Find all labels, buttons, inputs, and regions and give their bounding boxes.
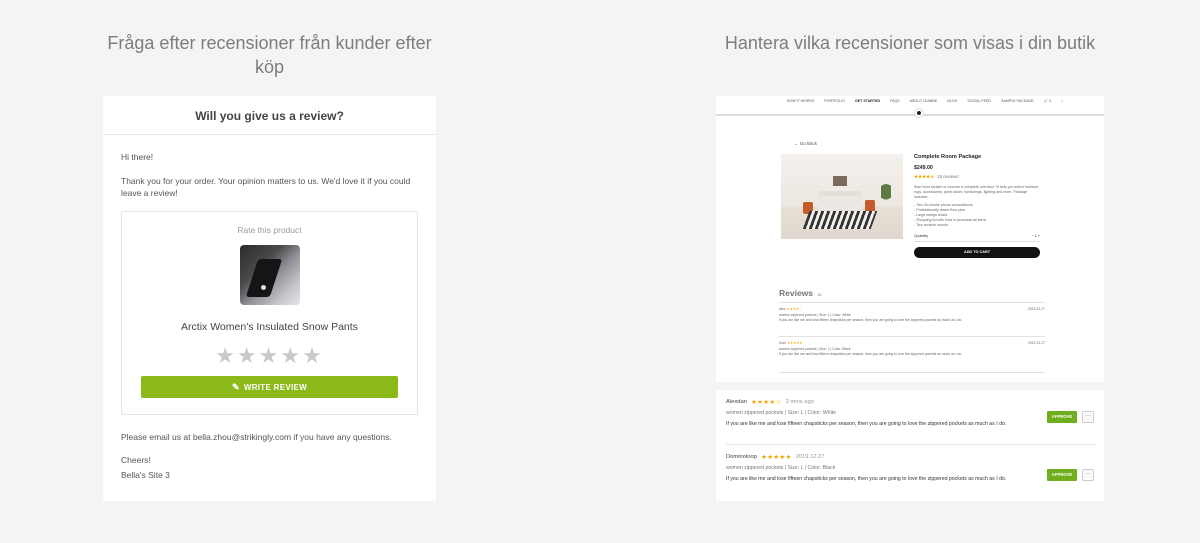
review-text: If you are like me and lose fifteen chap…: [779, 352, 963, 356]
quantity-row: Quantity − 1 +: [914, 234, 1040, 242]
review-request-email: Will you give us a review? Hi there! Tha…: [103, 96, 436, 501]
review-text: If you are like me and lose fifteen chap…: [779, 318, 963, 322]
star-rating-input[interactable]: ★★★★★: [122, 343, 417, 368]
product-price: $249.00: [914, 165, 933, 171]
reviewer-name: Dominoloop: [726, 454, 757, 460]
approve-button[interactable]: APPROVE: [1047, 469, 1077, 481]
review-moderation-panel: Alexdan ★★★★☆ 2 mins ago women zippered …: [716, 390, 1104, 501]
review-date: 2019.12.27: [1028, 307, 1045, 311]
review-stars: ★★★★★: [787, 341, 803, 345]
store-review-item: Dom ★★★★★ 2019.12.27 women zippered pocke…: [779, 341, 1045, 358]
store-review-item: Alex ★★★★☆ 2019.12.27 women zippered pock…: [779, 307, 1045, 324]
pending-review: Alexdan ★★★★☆ 2 mins ago women zippered …: [726, 398, 1096, 428]
review-text: If you are like me and lose fifteen chap…: [726, 476, 1007, 482]
review-stars: ★★★★★: [760, 454, 792, 461]
description-bullet: - Two revision rounds: [914, 223, 949, 227]
nav-item[interactable]: PORTFOLIO: [824, 99, 845, 114]
right-heading: Hantera vilka recensioner som visas i di…: [724, 33, 1096, 53]
product-photo: [781, 154, 903, 239]
email-intro: Thank you for your order. Your opinion m…: [121, 175, 411, 199]
review-variant: women zippered pockets | Size: L | Color…: [726, 465, 836, 471]
reviews-heading: Reviews 15: [779, 288, 821, 298]
left-heading: Fråga efter recensioner från kunder efte…: [107, 33, 432, 77]
email-greeting: Hi there!: [121, 152, 154, 162]
rug: [802, 211, 878, 229]
nav-item[interactable]: SAMPLE PACKAGE: [1001, 99, 1034, 114]
divider: [726, 444, 1096, 445]
reviews-count: 15: [817, 292, 822, 297]
write-review-label: WRITE REVIEW: [243, 382, 307, 392]
divider: [779, 372, 1045, 373]
more-options-button[interactable]: ···: [1082, 411, 1094, 423]
quantity-label: Quantity: [914, 234, 929, 238]
product-description: Start from scratch or execute a complete…: [914, 185, 1040, 228]
email-signoff: Cheers!: [121, 455, 151, 465]
sofa: [819, 196, 861, 210]
review-stars: ★★★★☆: [750, 399, 782, 406]
divider: [779, 302, 1045, 303]
review-date: 2 mins ago: [785, 399, 814, 405]
reviewer-name: Alex: [779, 307, 786, 311]
reviews-title: Reviews: [779, 288, 814, 298]
wall-art: [833, 176, 847, 186]
pencil-icon: ✎: [232, 381, 240, 392]
product-image: [239, 245, 300, 305]
product-name: Arctix Women's Insulated Snow Pants: [181, 321, 358, 333]
review-text: If you are like me and lose fifteen chap…: [726, 421, 1007, 427]
review-stars: ★★★★☆: [786, 307, 802, 311]
description-text: Start from scratch or execute a complete…: [914, 185, 1039, 199]
site-logo[interactable]: [914, 108, 924, 118]
more-options-button[interactable]: ···: [1082, 469, 1094, 481]
email-site-name: Bella's Site 3: [121, 469, 170, 480]
divider: [779, 336, 1045, 337]
email-title: Will you give us a review?: [103, 96, 436, 135]
review-date: 2019.12.27: [795, 454, 825, 460]
rate-product-box: Rate this product Arctix Women's Insulat…: [121, 210, 418, 415]
nav-item[interactable]: BLOG: [947, 99, 957, 114]
write-review-button[interactable]: ✎ WRITE REVIEW: [141, 375, 398, 398]
nav-divider: [716, 114, 1104, 116]
quantity-stepper[interactable]: − 1 +: [1031, 234, 1040, 238]
go-back-link[interactable]: ← Go Back: [794, 141, 817, 146]
pending-review: Dominoloop ★★★★★ 2019.12.27 women zipper…: [726, 453, 1096, 483]
product-info: Complete Room Package $249.00 ★★★★☆ 15 re…: [914, 154, 1040, 258]
store-product-page: HOW IT WORKS PORTFOLIO GET STARTED FAQS …: [716, 96, 1104, 382]
add-to-cart-button[interactable]: ADD TO CART: [914, 247, 1040, 258]
product-stars: ★★★★☆: [914, 174, 935, 179]
email-body: Hi there! Thank you for your order. Your…: [103, 135, 436, 481]
search-icon[interactable]: ⌕: [1061, 99, 1063, 114]
reviewer-name: Dom: [779, 341, 787, 345]
plant: [881, 184, 891, 210]
nav-item[interactable]: HOW IT WORKS: [787, 99, 815, 114]
product-title: Complete Room Package: [914, 154, 982, 160]
review-date: 2019.12.27: [1028, 341, 1045, 345]
email-contact: Please email us at bella.zhou@strikingly…: [121, 431, 392, 442]
approve-button[interactable]: APPROVE: [1047, 411, 1077, 423]
rate-label: Rate this product: [237, 224, 302, 235]
product-rating: ★★★★☆ 15 reviews: [914, 174, 1040, 180]
cart-icon[interactable]: 🛒 0: [1044, 99, 1051, 114]
product-review-count[interactable]: 15 reviews: [937, 174, 959, 179]
reviewer-name: Alexdan: [726, 399, 747, 405]
nav-item-active[interactable]: GET STARTED: [855, 99, 880, 114]
nav-item[interactable]: SOCIAL FEED: [967, 99, 991, 114]
nav-item[interactable]: FAQS: [890, 99, 900, 114]
review-variant: women zippered pockets | Size: L | Color…: [726, 410, 837, 416]
store-nav: HOW IT WORKS PORTFOLIO GET STARTED FAQS …: [716, 96, 1104, 114]
